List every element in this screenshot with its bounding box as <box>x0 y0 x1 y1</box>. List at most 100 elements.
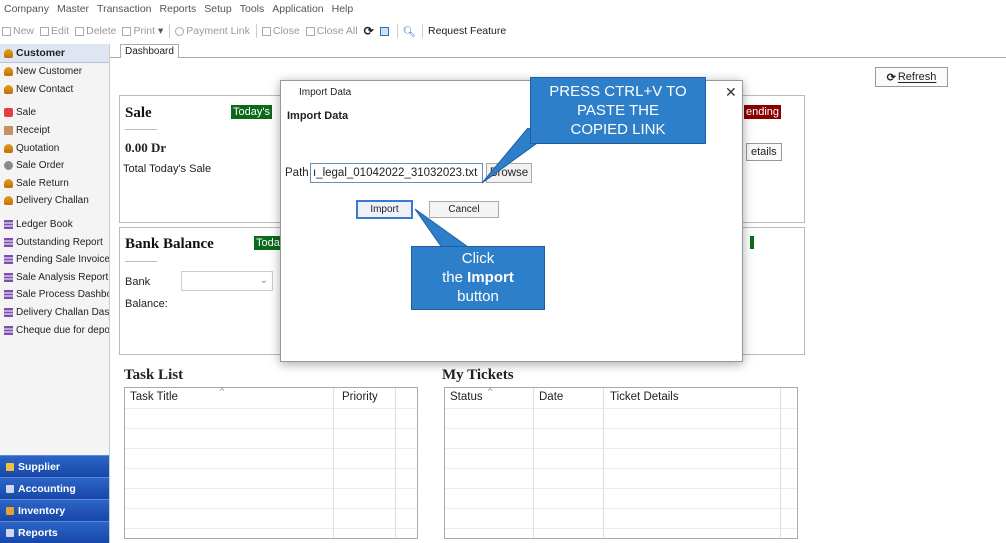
nav-reports[interactable]: Reports <box>0 521 109 543</box>
reports-icon <box>6 528 14 537</box>
toolbar-divider <box>422 24 424 38</box>
sort-caret-icon: ^ <box>220 386 225 396</box>
bank-select[interactable]: ⌄ <box>181 271 273 291</box>
menu-master[interactable]: Master <box>57 3 89 15</box>
person-icon <box>4 48 13 58</box>
grid-line <box>445 528 797 529</box>
toolbar-divider <box>169 24 171 38</box>
close-window-icon <box>261 26 271 36</box>
edit-button[interactable]: Edit <box>40 25 69 37</box>
new-button[interactable]: New <box>2 25 34 37</box>
total-today-sale-label: Total Today's Sale <box>123 163 212 175</box>
task-list-title: Task List <box>124 367 184 383</box>
edit-icon <box>40 26 50 36</box>
payment-link-icon <box>175 26 185 36</box>
sidebar-item-new-customer[interactable]: New Customer <box>0 63 109 81</box>
grid-line <box>445 488 797 489</box>
grid-line <box>125 428 417 429</box>
accounting-icon <box>6 484 14 493</box>
dialog-caption: Import Data <box>299 87 352 98</box>
nav-accounting[interactable]: Accounting <box>0 477 109 499</box>
payment-link-button[interactable]: Payment Link <box>175 25 250 37</box>
sidebar-bottom-nav: Supplier Accounting Inventory Reports <box>0 455 109 543</box>
grid-line <box>445 448 797 449</box>
report-icon <box>4 237 13 247</box>
request-feature-button[interactable]: Request Feature <box>428 25 506 37</box>
path-input[interactable]: ı_legal_01042022_31032023.txt <box>310 163 483 183</box>
column-priority[interactable]: Priority <box>342 391 378 403</box>
sidebar-item-sale-process-dashboard[interactable]: Sale Process Dashboa <box>0 286 109 304</box>
grid-line <box>603 388 604 538</box>
person-icon <box>4 67 13 77</box>
sidebar-item-sale-analysis-report[interactable]: Sale Analysis Report <box>0 269 109 287</box>
calculator-icon <box>379 26 389 36</box>
grid-line <box>780 388 781 538</box>
sidebar-item-pending-sale-invoices[interactable]: Pending Sale Invoices <box>0 251 109 269</box>
sidebar-item-quotation[interactable]: Quotation <box>0 139 109 157</box>
sidebar-item-ledger-book[interactable]: Ledger Book <box>0 216 109 234</box>
receipt-icon <box>4 126 13 136</box>
grid-line <box>445 408 797 409</box>
sidebar-header-customer[interactable]: Customer <box>0 44 109 63</box>
menu-reports[interactable]: Reports <box>160 3 197 15</box>
sidebar-item-delivery-challan[interactable]: Delivery Challan <box>0 192 109 210</box>
close-icon[interactable]: ✕ <box>725 84 737 101</box>
column-status[interactable]: Status <box>450 391 483 403</box>
sort-caret-icon: ^ <box>488 386 493 396</box>
order-icon <box>4 161 13 171</box>
grid-line <box>125 488 417 489</box>
nav-supplier[interactable]: Supplier <box>0 455 109 477</box>
sale-amount: 0.00 Dr <box>125 140 167 155</box>
print-icon <box>122 26 132 36</box>
column-ticket-details[interactable]: Ticket Details <box>610 391 679 403</box>
sidebar-item-sale-order[interactable]: Sale Order <box>0 157 109 175</box>
sidebar-item-delivery-challan-dashboard[interactable]: Delivery Challan Dashl <box>0 304 109 322</box>
sidebar-item-new-contact[interactable]: New Contact <box>0 81 109 99</box>
report-icon <box>4 220 13 230</box>
task-list-grid[interactable]: Task Title ^ Priority <box>124 386 418 539</box>
report-icon <box>4 272 13 282</box>
my-tickets-title: My Tickets <box>442 367 514 383</box>
menu-application[interactable]: Application <box>272 3 323 15</box>
print-dropdown-icon[interactable]: ▾ <box>158 25 163 37</box>
import-callout: Click the Import button <box>411 246 545 310</box>
tickets-grid[interactable]: Status ^ Date Ticket Details <box>444 386 798 539</box>
menu-company[interactable]: Company <box>4 3 49 15</box>
sidebar-item-sale[interactable]: Sale <box>0 104 109 122</box>
column-date[interactable]: Date <box>539 391 563 403</box>
details-button[interactable]: etails <box>746 143 782 161</box>
tab-dashboard[interactable]: Dashboard <box>120 44 179 58</box>
sidebar-item-cheque-due[interactable]: Cheque due for depos <box>0 321 109 339</box>
bank-card-divider <box>125 261 157 262</box>
toolbar: New Edit Delete Print ▾ Payment Link Clo… <box>0 20 1006 42</box>
grid-line <box>533 388 534 538</box>
sidebar-item-receipt[interactable]: Receipt <box>0 122 109 140</box>
inventory-icon <box>6 506 14 515</box>
print-button[interactable]: Print ▾ <box>122 25 163 37</box>
sidebar-item-sale-return[interactable]: Sale Return <box>0 175 109 193</box>
close-button[interactable]: Close <box>261 25 300 37</box>
menu-setup[interactable]: Setup <box>204 3 231 15</box>
grid-line <box>125 508 417 509</box>
grid-line <box>333 388 334 538</box>
refresh-button[interactable]: ⟳ Refresh <box>875 67 948 87</box>
grid-line <box>395 388 396 538</box>
delete-button[interactable]: Delete <box>75 25 116 37</box>
sidebar-item-outstanding-report[interactable]: Outstanding Report <box>0 233 109 251</box>
calculator-button[interactable] <box>379 26 391 36</box>
path-label: Path <box>285 167 309 179</box>
delete-icon <box>75 26 85 36</box>
refresh-toolbar-button[interactable]: ⟳ <box>364 24 374 38</box>
person-icon <box>4 84 13 94</box>
column-task-title[interactable]: Task Title <box>130 391 178 403</box>
menu-transaction[interactable]: Transaction <box>97 3 151 15</box>
grid-line <box>445 508 797 509</box>
today-badge: Today's <box>231 105 272 119</box>
grid-line <box>445 428 797 429</box>
menu-help[interactable]: Help <box>332 3 354 15</box>
nav-inventory[interactable]: Inventory <box>0 499 109 521</box>
close-all-button[interactable]: Close All <box>305 25 358 37</box>
search-button[interactable]: 🔍︎ <box>403 25 416 38</box>
person-icon <box>4 196 13 206</box>
menu-tools[interactable]: Tools <box>240 3 265 15</box>
